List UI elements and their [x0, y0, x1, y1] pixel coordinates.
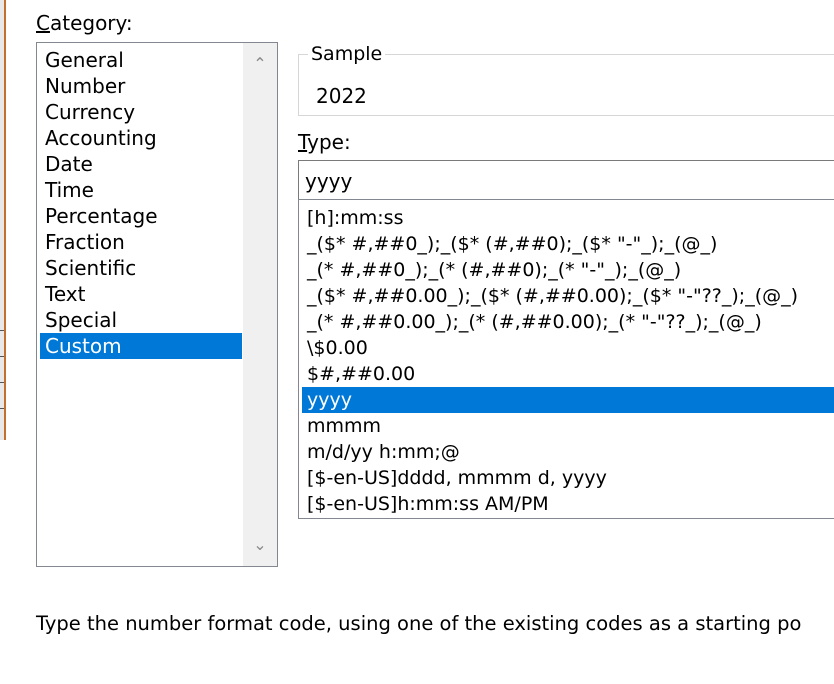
window-edge: [0, 0, 6, 440]
category-label-accesskey: C: [36, 11, 50, 35]
type-label-accesskey: T: [298, 130, 308, 154]
type-label-text: ype:: [307, 130, 351, 154]
category-label: Category:: [36, 11, 133, 35]
category-scrollbar[interactable]: ⌃ ⌄: [243, 43, 277, 566]
type-list-item[interactable]: [h]:mm:ss: [302, 205, 834, 231]
type-list-item[interactable]: _($* #,##0.00_);_($* (#,##0.00);_($* "-"…: [302, 283, 834, 309]
category-item[interactable]: Text: [40, 281, 242, 307]
type-list-item[interactable]: \$0.00: [302, 335, 834, 361]
category-item[interactable]: General: [40, 47, 242, 73]
category-item[interactable]: Currency: [40, 99, 242, 125]
category-item[interactable]: Number: [40, 73, 242, 99]
category-item[interactable]: Special: [40, 307, 242, 333]
type-list-item[interactable]: _(* #,##0_);_(* (#,##0);_(* "-"_);_(@_): [302, 257, 834, 283]
type-input[interactable]: yyyy: [298, 160, 834, 200]
category-label-text: ategory:: [49, 11, 133, 35]
chevron-down-icon[interactable]: ⌄: [243, 528, 277, 562]
category-item[interactable]: Fraction: [40, 229, 242, 255]
category-item[interactable]: Accounting: [40, 125, 242, 151]
category-item[interactable]: Date: [40, 151, 242, 177]
hint-text: Type the number format code, using one o…: [36, 612, 802, 635]
type-list-item[interactable]: m/d/yy h:mm;@: [302, 439, 834, 465]
edge-tick: [0, 382, 4, 383]
edge-tick: [0, 356, 4, 357]
category-item[interactable]: Scientific: [40, 255, 242, 281]
type-list-item[interactable]: $#,##0.00: [302, 361, 834, 387]
type-list-item[interactable]: [$-en-US]dddd, mmmm d, yyyy: [302, 465, 834, 491]
edge-tick: [0, 408, 4, 409]
edge-tick: [0, 330, 4, 331]
category-item[interactable]: Time: [40, 177, 242, 203]
sample-value: 2022: [316, 84, 367, 108]
type-list-item[interactable]: _($* #,##0_);_($* (#,##0);_($* "-"_);_(@…: [302, 231, 834, 257]
category-item[interactable]: Custom: [40, 333, 242, 359]
type-list[interactable]: [h]:mm:ss _($* #,##0_);_($* (#,##0);_($* …: [298, 199, 834, 519]
type-label: Type:: [298, 130, 351, 154]
category-items: General Number Currency Accounting Date Time P…: [40, 47, 242, 359]
chevron-up-icon[interactable]: ⌃: [243, 47, 277, 81]
type-items: [h]:mm:ss _($* #,##0_);_($* (#,##0);_($* …: [302, 205, 834, 517]
type-list-item[interactable]: yyyy: [302, 387, 834, 413]
category-list[interactable]: General Number Currency Accounting Date Time P…: [36, 42, 278, 567]
category-item[interactable]: Percentage: [40, 203, 242, 229]
sample-legend: Sample: [308, 43, 386, 65]
type-list-item[interactable]: _(* #,##0.00_);_(* (#,##0.00);_(* "-"??_…: [302, 309, 834, 335]
type-list-item[interactable]: [$-en-US]h:mm:ss AM/PM: [302, 491, 834, 517]
type-list-item[interactable]: mmmm: [302, 413, 834, 439]
